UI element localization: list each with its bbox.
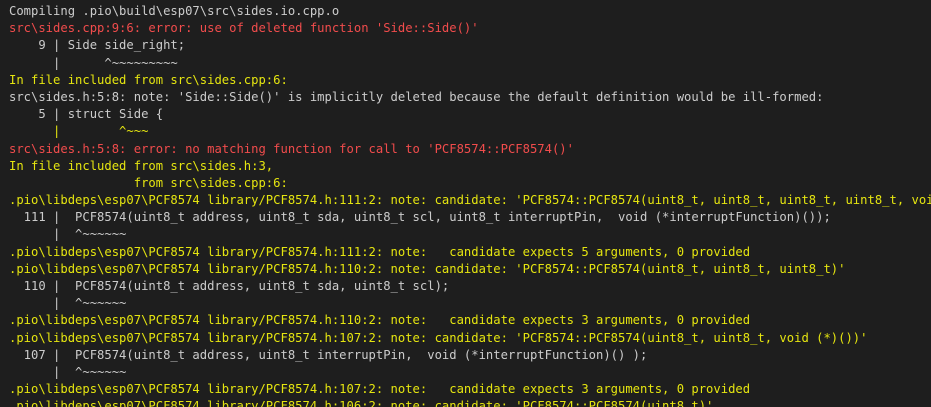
- terminal-line-source: 110 | PCF8574(uint8_t address, uint8_t s…: [9, 279, 450, 293]
- terminal-line-caret: | ^~~~~~~~~~: [9, 55, 178, 70]
- terminal-line-note: src\sides.h:5:8: note: 'Side::Side()' is…: [9, 89, 824, 104]
- terminal-line-note: .pio\libdeps\esp07\PCF8574 library/PCF85…: [9, 244, 751, 259]
- terminal-line-note: .pio\libdeps\esp07\PCF8574 library/PCF85…: [9, 399, 714, 407]
- terminal-line-caret: | ^~~~~~~: [9, 227, 127, 242]
- terminal-line-source: 9 | Side side_right;: [9, 38, 186, 53]
- terminal-output[interactable]: Compiling .pio\build\esp07\src\sides.io.…: [0, 0, 931, 407]
- terminal-line-compiling: Compiling .pio\build\esp07\src\sides.io.…: [9, 4, 340, 18]
- terminal-line-include: from src\sides.cpp:6:: [9, 175, 288, 190]
- terminal-line-error: src\sides.h:5:8: error: no matching func…: [9, 141, 574, 156]
- terminal-line-error: src\sides.cpp:9:6: error: use of deleted…: [9, 21, 479, 36]
- terminal-line-note: .pio\libdeps\esp07\PCF8574 library/PCF85…: [9, 193, 931, 208]
- terminal-line-source: 111 | PCF8574(uint8_t address, uint8_t s…: [9, 210, 831, 225]
- terminal-line-include: In file included from src\sides.h:3,: [9, 158, 274, 173]
- terminal-line-note: .pio\libdeps\esp07\PCF8574 library/PCF85…: [9, 313, 751, 328]
- terminal-line-caret: | ^~~~: [9, 124, 149, 139]
- terminal-line-source: 107 | PCF8574(uint8_t address, uint8_t i…: [9, 347, 648, 362]
- terminal-line-note: .pio\libdeps\esp07\PCF8574 library/PCF85…: [9, 382, 751, 397]
- terminal-line-source: 5 | struct Side {: [9, 107, 164, 122]
- terminal-line-include: In file included from src\sides.cpp:6:: [9, 72, 288, 87]
- terminal-line-caret: | ^~~~~~~: [9, 364, 127, 379]
- terminal-line-caret: | ^~~~~~~: [9, 296, 127, 311]
- terminal-line-note: .pio\libdeps\esp07\PCF8574 library/PCF85…: [9, 330, 868, 345]
- terminal-line-note: .pio\libdeps\esp07\PCF8574 library/PCF85…: [9, 261, 846, 276]
